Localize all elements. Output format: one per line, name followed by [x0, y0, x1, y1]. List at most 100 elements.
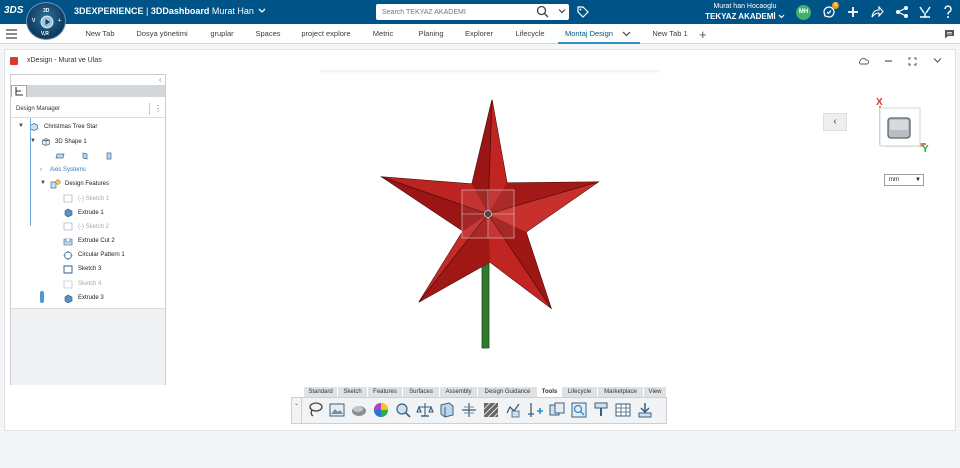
brand-main: 3DEXPERIENCE	[74, 6, 144, 16]
more-options-icon[interactable]: ⋮	[154, 104, 162, 113]
plane-icon[interactable]	[55, 152, 65, 160]
share-network-icon[interactable]	[895, 5, 909, 19]
action-bar-toggle[interactable]: ⌄	[292, 398, 302, 423]
search-input[interactable]	[376, 4, 526, 20]
tab-spaces[interactable]: Spaces	[248, 24, 288, 44]
tab-project-explore[interactable]: project explore	[296, 24, 356, 44]
tree-item-sketch-1[interactable]: (-) Sketch 1	[78, 194, 109, 204]
tab-features[interactable]: Features	[368, 387, 403, 397]
tag-icon[interactable]	[576, 5, 589, 18]
plus-icon[interactable]	[846, 5, 860, 19]
tab-lifecycle[interactable]: Lifecycle	[508, 24, 552, 44]
maximize-icon[interactable]	[908, 57, 917, 66]
tab-metric[interactable]: Metric	[366, 24, 400, 44]
tree-item-extrude-1[interactable]: Extrude 1	[78, 208, 104, 218]
platform-brand[interactable]: 3DEXPERIENCE | 3DDashboard Murat Han	[74, 6, 266, 16]
brand-separator: |	[143, 6, 151, 16]
expand-arrow-icon[interactable]: ▼	[40, 180, 46, 186]
plane-icon[interactable]	[81, 152, 89, 160]
minimize-icon[interactable]	[884, 57, 893, 65]
tab-assembly[interactable]: Assembly	[440, 387, 478, 397]
tree-item-3d-shape-1[interactable]: 3D Shape 1	[55, 137, 87, 147]
panel-tabs	[11, 85, 165, 97]
paint-icon[interactable]	[592, 401, 610, 419]
search-options-chevron-icon[interactable]	[558, 7, 566, 15]
tab-planing[interactable]: Planing	[412, 24, 450, 44]
chevron-down-icon[interactable]	[258, 8, 266, 14]
notification-badge: 9	[832, 2, 839, 9]
search-icon[interactable]	[536, 5, 549, 18]
hatch-icon[interactable]	[482, 401, 500, 419]
tree-item-extrude-cut-2[interactable]: Extrude Cut 2	[78, 236, 115, 246]
tree-item-axis-systems[interactable]: Axis Systems	[50, 165, 86, 175]
play-icon[interactable]	[40, 15, 54, 29]
rollback-bar[interactable]	[40, 291, 44, 303]
extrude-icon	[64, 208, 73, 217]
robot-handle-icon[interactable]	[484, 210, 492, 218]
share-arrow-icon[interactable]	[870, 5, 884, 19]
compare-icon[interactable]	[460, 401, 478, 419]
app-title: xDesign - Murat ve Ulas	[27, 57, 102, 64]
tab-marketplace[interactable]: Marketplace	[598, 387, 644, 397]
section-view-icon[interactable]	[438, 401, 456, 419]
tab-design-guidance[interactable]: Design Guidance	[478, 387, 538, 397]
ds-logo[interactable]: 3DS	[4, 5, 23, 16]
color-wheel-icon[interactable]	[372, 401, 390, 419]
measure-icon[interactable]	[394, 401, 412, 419]
zoom-area-icon[interactable]	[570, 401, 588, 419]
menu-icon[interactable]	[6, 29, 17, 39]
compass-widget[interactable]: 3D V + V,R	[26, 2, 66, 40]
expand-arrow-icon[interactable]: ›	[40, 167, 42, 173]
help-icon[interactable]	[941, 5, 955, 19]
tree-item-sketch-4[interactable]: Sketch 4	[78, 279, 101, 289]
check-icon[interactable]	[504, 401, 522, 419]
add-tab-button[interactable]: +	[699, 27, 707, 42]
mass-properties-icon[interactable]	[416, 401, 434, 419]
viewport-shade	[320, 70, 660, 74]
expand-arrow-icon[interactable]: ▼	[18, 123, 24, 129]
tab-surfaces[interactable]: Surfaces	[403, 387, 440, 397]
export-icon[interactable]	[636, 401, 654, 419]
cloud-icon[interactable]	[858, 57, 869, 65]
tab-new-tab[interactable]: New Tab	[78, 24, 122, 44]
design-features-icon	[50, 179, 61, 189]
chevron-down-icon[interactable]	[622, 31, 631, 37]
tree-item-sketch-2[interactable]: (-) Sketch 2	[78, 222, 109, 232]
tree-item-extrude-3[interactable]: Extrude 3	[78, 293, 104, 303]
tab-standard[interactable]: Standard	[304, 387, 338, 397]
add-point-icon[interactable]	[526, 401, 544, 419]
tab-new-tab-1[interactable]: New Tab 1	[646, 24, 694, 44]
part-icon	[42, 138, 50, 146]
chevron-down-icon[interactable]	[933, 57, 942, 64]
back-button[interactable]: ‹	[823, 113, 847, 131]
christmas-star-model[interactable]	[380, 98, 600, 350]
user-menu[interactable]: Murat han Hocaoglu TEKYAZ AKADEMİ	[700, 2, 790, 22]
unit-select[interactable]: mm ▼	[884, 174, 924, 186]
tab-lifecycle[interactable]: Lifecycle	[562, 387, 598, 397]
compass-apps-icon[interactable]	[918, 5, 932, 19]
tree-tab[interactable]	[11, 85, 27, 97]
lasso-icon[interactable]	[306, 401, 324, 419]
tab-explorer[interactable]: Explorer	[460, 24, 498, 44]
tab-view[interactable]: View	[644, 387, 666, 397]
tree-item-circular-pattern-1[interactable]: Circular Pattern 1	[78, 250, 125, 260]
tab-gruplar[interactable]: gruplar	[202, 24, 242, 44]
tree-item-christmas-tree-star[interactable]: Christmas Tree Star	[44, 122, 97, 132]
action-bar-tabs: Standard Sketch Features Surfaces Assemb…	[304, 387, 666, 397]
tree-item-design-features[interactable]: Design Features	[65, 179, 109, 189]
shading-icon[interactable]	[350, 401, 368, 419]
image-icon[interactable]	[328, 401, 346, 419]
compass-left-label: V	[32, 18, 36, 24]
tab-sketch[interactable]: Sketch	[338, 387, 368, 397]
table-icon[interactable]	[614, 401, 632, 419]
tab-tools[interactable]: Tools	[538, 387, 562, 397]
chat-icon[interactable]	[944, 29, 955, 39]
tab-dosya-yonetimi[interactable]: Dosya yönetimi	[130, 24, 194, 44]
collapse-panel-icon[interactable]: ‹	[159, 77, 161, 84]
interference-icon[interactable]	[548, 401, 566, 419]
product-icon	[30, 123, 38, 131]
plane-icon[interactable]	[105, 152, 113, 160]
view-cube[interactable]: X Y	[874, 94, 934, 154]
avatar[interactable]: MH	[796, 5, 811, 20]
tree-item-sketch-3[interactable]: Sketch 3	[78, 264, 101, 274]
